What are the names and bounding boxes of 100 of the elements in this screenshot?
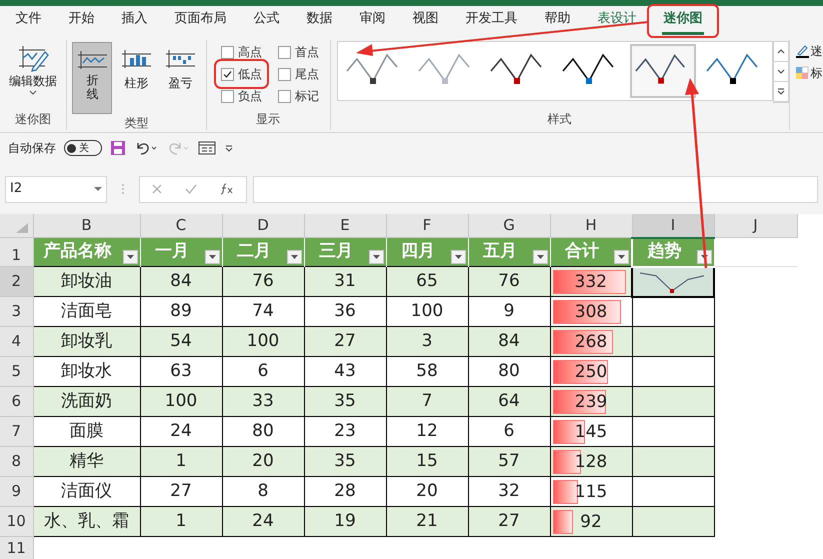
- table-cell: 20: [222, 446, 304, 476]
- autosave-label: 自动保存: [8, 140, 56, 157]
- row-header[interactable]: 4: [0, 326, 33, 356]
- checkbox[interactable]: [221, 90, 234, 102]
- checkbox[interactable]: [278, 46, 292, 58]
- table-cell: 洁面皂: [33, 296, 140, 326]
- caret-icon: [208, 255, 216, 260]
- checkbox[interactable]: [278, 68, 292, 80]
- filter-button[interactable]: [450, 250, 466, 264]
- table-cell: 57: [468, 446, 550, 476]
- column-header[interactable]: I: [632, 214, 714, 238]
- column-header[interactable]: H: [550, 214, 632, 238]
- menu-tab[interactable]: 视图: [399, 7, 452, 35]
- table-cell: 12: [386, 416, 468, 446]
- table-cell: 43: [304, 356, 386, 386]
- formula-input[interactable]: [253, 176, 818, 202]
- table-cell: 20: [386, 476, 468, 506]
- sparkline-color-button[interactable]: 迷: [794, 42, 823, 60]
- menu-tab[interactable]: 页面布局: [161, 7, 240, 35]
- table-cell: 7: [386, 386, 468, 416]
- column-header[interactable]: F: [386, 214, 468, 238]
- autosave-toggle[interactable]: 关: [64, 140, 102, 156]
- customize-caret-icon[interactable]: [224, 143, 234, 153]
- column-header[interactable]: D: [222, 214, 304, 238]
- form-icon[interactable]: [198, 140, 216, 156]
- filter-button[interactable]: [368, 250, 384, 264]
- caret-icon: [94, 186, 102, 192]
- column-header[interactable]: E: [304, 214, 386, 238]
- table-header-cell-text: 合计: [564, 240, 600, 264]
- table-cell: 63: [140, 356, 222, 386]
- menu-tab[interactable]: 文件: [2, 7, 55, 35]
- table-cell: 100: [222, 326, 304, 356]
- sparkline-type-button[interactable]: 盈亏: [160, 42, 200, 114]
- total-value: 332: [574, 270, 608, 294]
- row-header[interactable]: 3: [0, 296, 33, 326]
- sparkline-pencil-icon: [16, 44, 49, 72]
- group-title: 迷你图: [14, 111, 51, 128]
- chevron-up-icon: [776, 47, 786, 56]
- table-cell: 65: [386, 266, 468, 296]
- table-cell: 1: [140, 446, 222, 476]
- caret-icon: [617, 255, 626, 260]
- checkbox[interactable]: [221, 68, 234, 80]
- row-header[interactable]: 7: [0, 416, 33, 446]
- row-header[interactable]: 5: [0, 356, 33, 386]
- column-header[interactable]: G: [468, 214, 550, 238]
- table-header-cell-text: 一月: [154, 240, 190, 264]
- menu-tab[interactable]: 插入: [108, 7, 161, 35]
- function-icon[interactable]: [220, 183, 234, 195]
- caret-icon: [454, 255, 462, 260]
- row-header[interactable]: 2: [0, 266, 33, 296]
- row-header[interactable]: 10: [0, 506, 33, 536]
- menu-tab[interactable]: 开发工具: [452, 7, 531, 35]
- menu-tab[interactable]: 公式: [240, 7, 293, 35]
- name-box[interactable]: I2: [5, 176, 107, 202]
- filter-button[interactable]: [286, 250, 302, 264]
- enter-check-icon[interactable]: [184, 184, 197, 194]
- row-header[interactable]: 9: [0, 476, 33, 506]
- sparkline-type-button[interactable]: 折线: [72, 42, 112, 114]
- menu-tab[interactable]: 帮助: [531, 7, 584, 35]
- table-cell: 100: [140, 386, 222, 416]
- table-cell: 27: [140, 476, 222, 506]
- checkbox[interactable]: [221, 46, 234, 58]
- group-title: 类型: [124, 115, 148, 132]
- sort-filter-button[interactable]: [614, 250, 629, 264]
- table-cell: 24: [140, 416, 222, 446]
- sparkline-style-option[interactable]: [630, 44, 696, 98]
- save-icon[interactable]: [110, 140, 126, 156]
- group-title: 样式: [548, 111, 572, 128]
- table-cell: 80: [222, 416, 304, 446]
- checkbox[interactable]: [278, 90, 292, 102]
- table-header-cell-text: 产品名称: [42, 240, 112, 264]
- edit-data-button[interactable]: 编辑数据: [8, 40, 57, 110]
- menu-tab[interactable]: 开始: [55, 7, 108, 35]
- menu-tab[interactable]: 数据: [293, 7, 346, 35]
- column-header[interactable]: C: [140, 214, 222, 238]
- column-header[interactable]: J: [714, 214, 797, 238]
- filter-button[interactable]: [122, 250, 138, 264]
- table-cell: 28: [304, 476, 386, 506]
- checkbox-label: 低点: [238, 66, 262, 83]
- menu-tab[interactable]: 审阅: [346, 7, 399, 35]
- caret-icon: [372, 255, 380, 260]
- menu-tab[interactable]: 迷你图: [650, 7, 716, 35]
- table-cell: 35: [304, 446, 386, 476]
- table-cell: 水、乳、霜: [33, 506, 140, 536]
- table-cell: 32: [468, 476, 550, 506]
- row-header[interactable]: 6: [0, 386, 33, 416]
- sparkline-type-button[interactable]: 柱形: [116, 42, 156, 114]
- marker-color-button[interactable]: 标: [794, 64, 823, 82]
- filter-button[interactable]: [532, 250, 548, 264]
- checkbox-label: 尾点: [295, 66, 320, 83]
- row-header[interactable]: 11: [0, 536, 33, 559]
- table-header-cell-text: 二月: [236, 240, 272, 264]
- row-header[interactable]: 8: [0, 446, 33, 476]
- filter-button[interactable]: [204, 250, 220, 264]
- column-header[interactable]: B: [33, 214, 140, 238]
- table-header-cell-text: 五月: [482, 240, 518, 264]
- table-cell: 15: [386, 446, 468, 476]
- row-header[interactable]: 1: [0, 238, 33, 266]
- table-cell: 洁面仪: [33, 476, 140, 506]
- menu-tab[interactable]: 表设计: [584, 7, 650, 35]
